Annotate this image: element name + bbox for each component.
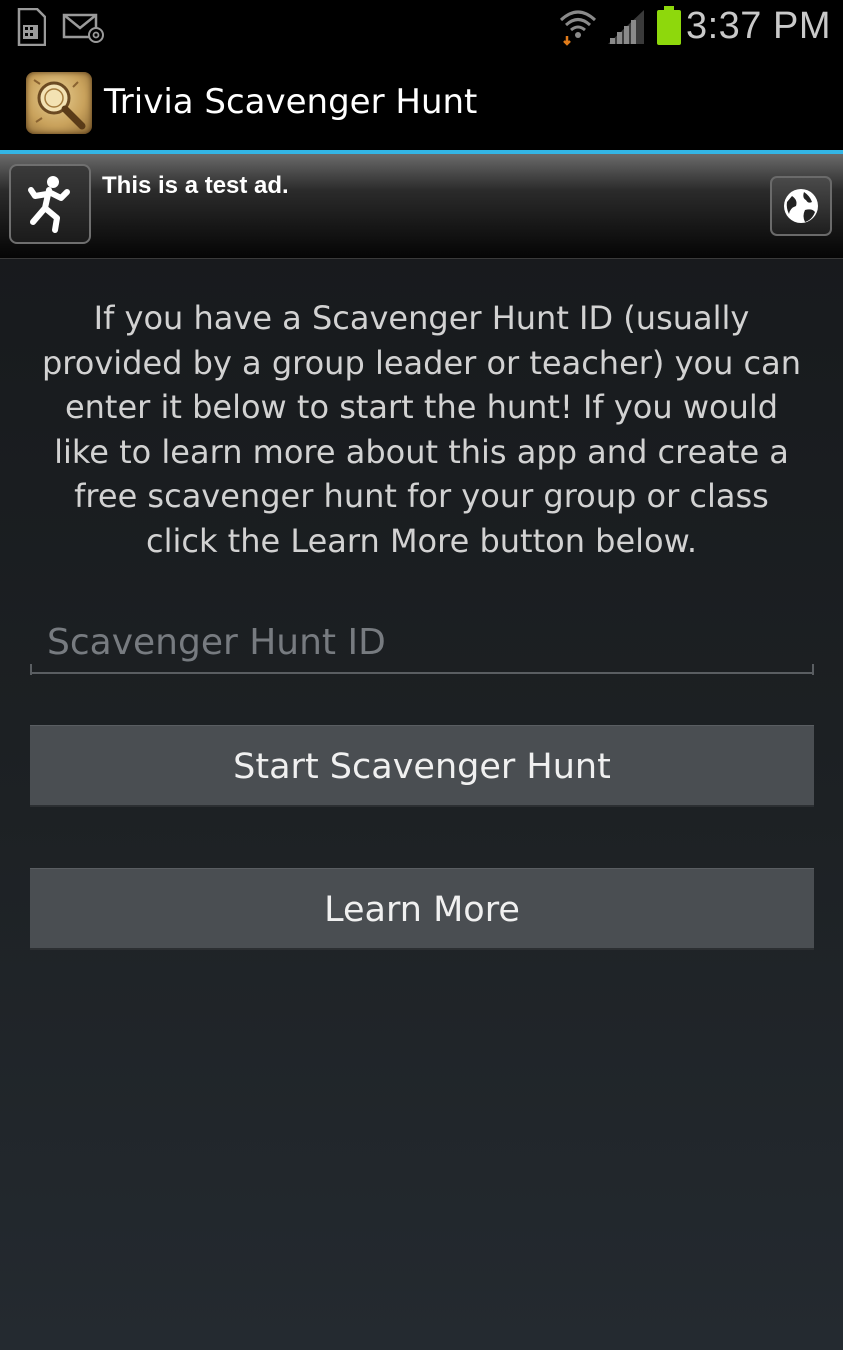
intro-text: If you have a Scavenger Hunt ID (usually… — [41, 299, 802, 560]
sd-card-icon — [16, 7, 47, 47]
action-bar: Trivia Scavenger Hunt — [0, 52, 843, 150]
globe-icon[interactable] — [770, 176, 832, 236]
email-notification-icon — [62, 12, 106, 44]
status-bar: 3:37 PM — [0, 0, 843, 52]
ad-text[interactable]: This is a test ad. — [102, 171, 289, 201]
signal-strength-icon — [606, 8, 646, 46]
scavenger-hunt-id-input[interactable] — [30, 612, 814, 674]
learn-more-button[interactable]: Learn More — [30, 868, 814, 950]
input-underline-left-edge — [30, 664, 32, 675]
wifi-icon — [558, 6, 598, 46]
running-man-icon[interactable] — [9, 164, 91, 244]
app-logo-icon[interactable] — [26, 72, 92, 134]
status-clock: 3:37 PM — [685, 5, 831, 47]
app-screen: 3:37 PM Trivia Scavenger Hunt This is a … — [0, 0, 843, 1350]
ad-banner[interactable]: This is a test ad. — [0, 154, 843, 259]
battery-icon — [656, 6, 682, 46]
input-underline-right-edge — [812, 664, 814, 675]
app-title: Trivia Scavenger Hunt — [104, 82, 478, 122]
start-scavenger-hunt-button[interactable]: Start Scavenger Hunt — [30, 725, 814, 807]
